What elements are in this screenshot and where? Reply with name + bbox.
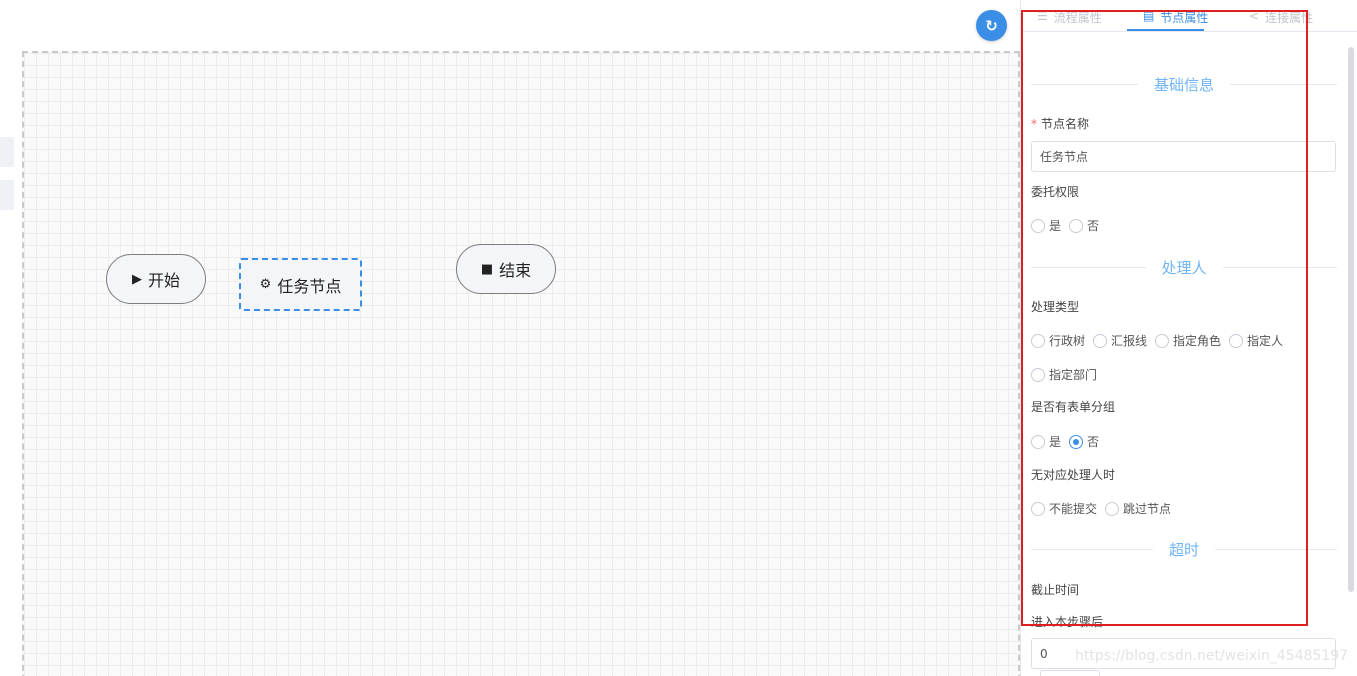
- node-name-label-text: 节点名称: [1041, 117, 1090, 131]
- section-basic-info-title: 基础信息: [1154, 75, 1215, 94]
- tab-connection-properties[interactable]: < 连接属性: [1249, 0, 1313, 32]
- no-handler-option-skip-label: 跳过节点: [1123, 502, 1172, 516]
- deadline-value: 0: [1040, 646, 1048, 661]
- no-handler-radio-group: 不能提交 跳过节点: [1031, 500, 1179, 517]
- handler-type-option-label: 指定部门: [1049, 368, 1098, 382]
- handler-type-option-role[interactable]: 指定角色: [1155, 332, 1221, 349]
- delegate-radio-group: 是 否: [1031, 217, 1107, 234]
- app-root: ▶ 开始 ⚙ 任务节点 ■ 结束 ↻ ☰ 流程属性 ▤ 节点属性 < 连接属性: [0, 0, 1357, 676]
- tab-node-properties-label: 节点属性: [1160, 11, 1209, 25]
- refresh-icon: ↻: [985, 16, 998, 35]
- radio-circle: [1031, 333, 1045, 348]
- no-handler-option-skip[interactable]: 跳过节点: [1105, 500, 1171, 517]
- handler-type-option-department[interactable]: 指定部门: [1031, 366, 1097, 383]
- handler-type-option-label: 行政树: [1049, 334, 1086, 348]
- tab-flow-properties-label: 流程属性: [1053, 11, 1102, 25]
- left-collapsed-tab-1[interactable]: [0, 137, 14, 167]
- handler-type-radio-group-row2: 指定部门: [1031, 366, 1105, 383]
- handler-type-option-label: 指定人: [1247, 334, 1284, 348]
- handler-type-option-label: 汇报线: [1111, 334, 1148, 348]
- section-basic-info: 基础信息: [1031, 74, 1338, 94]
- section-timeout: 超时: [1031, 539, 1338, 559]
- left-collapsed-tab-2[interactable]: [0, 180, 14, 210]
- start-node-label: 开始: [147, 271, 180, 290]
- delegate-option-no-label: 否: [1087, 219, 1100, 233]
- radio-circle: [1069, 218, 1084, 233]
- handler-type-label: 处理类型: [1031, 300, 1080, 314]
- delegate-label: 委托权限: [1031, 185, 1080, 199]
- handler-type-option-report-line[interactable]: 汇报线: [1093, 332, 1147, 349]
- section-handler-title: 处理人: [1161, 258, 1207, 277]
- unit-select[interactable]: [1040, 670, 1100, 676]
- no-handler-label: 无对应处理人时: [1031, 468, 1116, 482]
- handler-type-option-admin-tree[interactable]: 行政树: [1031, 332, 1085, 349]
- document-icon: ▤: [1143, 9, 1155, 23]
- tab-connection-properties-label: 连接属性: [1265, 11, 1314, 25]
- radio-circle: [1031, 367, 1045, 382]
- handler-type-radio-group: 行政树 汇报线 指定角色 指定人: [1031, 332, 1291, 349]
- left-strip: [0, 0, 22, 676]
- watermark-text: https://blog.csdn.net/weixin_45485197: [1075, 648, 1349, 664]
- form-group-option-no[interactable]: 否: [1069, 433, 1099, 450]
- no-handler-option-block-label: 不能提交: [1049, 502, 1098, 516]
- node-name-label: * 节点名称: [1031, 115, 1089, 132]
- share-icon: <: [1249, 9, 1260, 23]
- delegate-option-yes[interactable]: 是: [1031, 217, 1061, 234]
- refresh-button[interactable]: ↻: [976, 10, 1007, 41]
- radio-circle: [1093, 333, 1108, 348]
- form-group-option-no-label: 否: [1087, 435, 1100, 449]
- start-node[interactable]: ▶ 开始: [106, 254, 206, 304]
- delegate-option-yes-label: 是: [1049, 219, 1062, 233]
- handler-type-option-label: 指定角色: [1173, 334, 1222, 348]
- active-tab-indicator: [1127, 29, 1204, 31]
- end-node-label: 结束: [499, 261, 532, 280]
- node-name-input[interactable]: 任务节点: [1031, 141, 1336, 172]
- form-group-label: 是否有表单分组: [1031, 400, 1116, 414]
- radio-circle: [1155, 333, 1170, 348]
- tab-flow-properties[interactable]: ☰ 流程属性: [1037, 0, 1102, 32]
- node-name-value: 任务节点: [1040, 150, 1089, 164]
- form-group-option-yes[interactable]: 是: [1031, 433, 1061, 450]
- task-node-label: 任务节点: [277, 276, 342, 296]
- deadline-label: 截止时间: [1031, 583, 1080, 597]
- required-mark: *: [1031, 117, 1037, 131]
- tab-node-properties[interactable]: ▤ 节点属性: [1143, 0, 1208, 32]
- list-icon: ☰: [1037, 9, 1048, 23]
- flow-canvas[interactable]: ▶ 开始 ⚙ 任务节点 ■ 结束: [22, 51, 1020, 676]
- section-handler: 处理人: [1031, 257, 1338, 277]
- after-enter-label: 进入本步骤后: [1031, 615, 1104, 629]
- radio-circle: [1105, 501, 1120, 516]
- end-node[interactable]: ■ 结束: [456, 244, 556, 294]
- radio-circle: [1229, 333, 1244, 348]
- handler-type-option-person[interactable]: 指定人: [1229, 332, 1283, 349]
- radio-circle: [1031, 218, 1045, 233]
- form-group-option-yes-label: 是: [1049, 435, 1062, 449]
- gear-icon: ⚙: [259, 277, 272, 292]
- no-handler-option-block[interactable]: 不能提交: [1031, 500, 1097, 517]
- panel-tabs: ☰ 流程属性 ▤ 节点属性 < 连接属性: [1021, 0, 1357, 32]
- properties-panel: ☰ 流程属性 ▤ 节点属性 < 连接属性 基础信息 * 节点名称 任务节点 委托权…: [1020, 0, 1357, 676]
- panel-scrollbar[interactable]: [1348, 47, 1354, 592]
- radio-circle-selected: [1069, 434, 1084, 449]
- radio-circle: [1031, 501, 1045, 516]
- form-group-radio-group: 是 否: [1031, 433, 1107, 450]
- stop-icon: ■: [480, 261, 494, 277]
- delegate-option-no[interactable]: 否: [1069, 217, 1099, 234]
- section-timeout-title: 超时: [1169, 540, 1200, 559]
- task-node[interactable]: ⚙ 任务节点: [239, 258, 362, 311]
- radio-circle: [1031, 434, 1045, 449]
- play-icon: ▶: [131, 271, 142, 287]
